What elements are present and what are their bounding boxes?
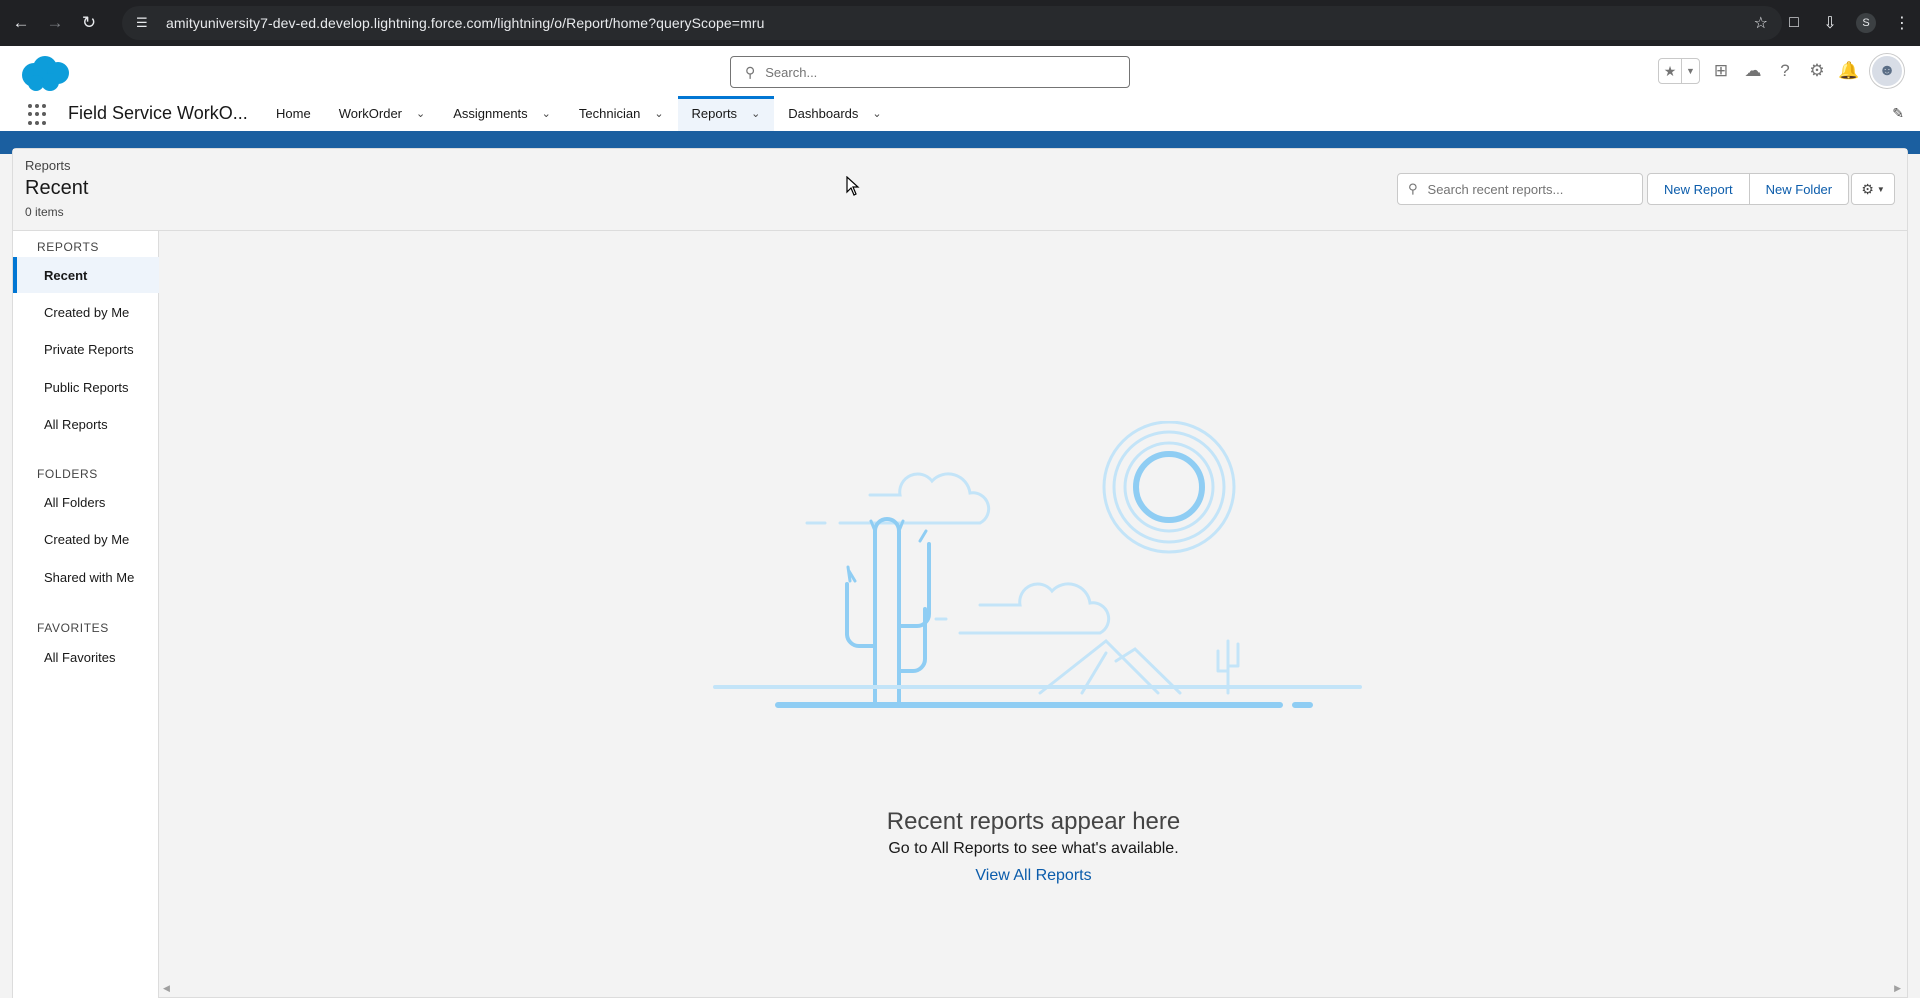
nav-tab-workorder[interactable]: WorkOrder ⌄ [325, 96, 440, 131]
site-info-icon[interactable]: ☰ [136, 15, 156, 31]
sidebar-item-recent[interactable]: Recent [13, 257, 159, 293]
page-title: Recent [25, 177, 89, 199]
sidebar-item-private-reports[interactable]: Private Reports [13, 331, 159, 367]
sidebar-item-created-by-me[interactable]: Created by Me [13, 294, 159, 330]
nav-tab-label: Reports [691, 106, 738, 121]
forward-icon[interactable]: → [38, 6, 72, 40]
favorites-dropdown-icon[interactable]: ▼ [1681, 59, 1699, 83]
mouse-cursor-icon [846, 176, 860, 196]
nav-tab-home[interactable]: Home [262, 96, 325, 131]
scroll-right-icon[interactable]: ▶ [1894, 983, 1901, 994]
action-button-group: New Report New Folder [1647, 173, 1850, 205]
salesforce-cloud-logo[interactable] [14, 53, 74, 93]
empty-state-area: Recent reports appear here Go to All Rep… [160, 231, 1907, 997]
empty-state-title: Recent reports appear here [886, 808, 1181, 835]
nav-tab-label: Dashboards [788, 106, 859, 121]
chevron-down-icon[interactable]: ⌄ [872, 107, 881, 120]
search-recent-reports-input[interactable]: ⚲ Search recent reports... [1397, 173, 1643, 205]
favorites-group: ★ ▼ [1658, 58, 1700, 84]
view-all-reports-link[interactable]: View All Reports [160, 867, 1907, 885]
app-name: Field Service WorkO... [68, 103, 248, 123]
global-search-placeholder: Search... [765, 64, 818, 80]
search-icon: ⚲ [745, 63, 756, 80]
new-report-button[interactable]: New Report [1647, 173, 1750, 205]
bookmark-star-icon[interactable]: ☆ [1754, 13, 1768, 33]
sidebar-section-reports: REPORTS [37, 240, 99, 254]
search-recent-reports-placeholder: Search recent reports... [1427, 181, 1564, 197]
caret-down-icon: ▼ [1876, 184, 1885, 194]
chevron-down-icon[interactable]: ⌄ [751, 107, 760, 120]
back-icon[interactable]: ← [4, 6, 38, 40]
address-bar[interactable]: ☰ amityuniversity7-dev-ed.develop.lightn… [122, 6, 1782, 40]
trailhead-icon[interactable]: ☁ [1742, 58, 1764, 84]
gear-icon: ⚙ [1861, 180, 1874, 197]
global-search-input[interactable]: ⚲ Search... [730, 56, 1130, 88]
notifications-bell-icon[interactable]: 🔔 [1838, 58, 1860, 84]
global-actions-icon[interactable]: ⊞ [1710, 58, 1732, 84]
url-text[interactable]: amityuniversity7-dev-ed.develop.lightnin… [166, 15, 764, 31]
extensions-icon[interactable]: □ [1776, 6, 1812, 40]
edit-nav-pencil-icon[interactable]: ✎ [1892, 105, 1904, 122]
sidebar-item-shared-with-me[interactable]: Shared with Me [13, 559, 159, 595]
reports-home-card: Reports Recent 0 items ⚲ Search recent r… [12, 148, 1908, 998]
profile-button[interactable]: S [1848, 6, 1884, 40]
user-avatar[interactable]: ☻ [1870, 54, 1904, 88]
global-header: ⚲ Search... ★ ▼ ⊞ ☁ ? ⚙ 🔔 ☻ [0, 46, 1920, 96]
nav-tab-assignments[interactable]: Assignments ⌄ [439, 96, 565, 131]
search-icon: ⚲ [1408, 181, 1418, 196]
sidebar-item-public-reports[interactable]: Public Reports [13, 369, 159, 405]
help-icon[interactable]: ? [1774, 58, 1796, 84]
settings-menu-button[interactable]: ⚙ ▼ [1851, 173, 1895, 205]
download-icon[interactable]: ⇩ [1812, 6, 1848, 40]
browser-menu-icon[interactable]: ⋮ [1884, 6, 1920, 40]
breadcrumb: Reports [25, 158, 71, 173]
favorite-star-icon[interactable]: ★ [1659, 59, 1681, 83]
chevron-down-icon[interactable]: ⌄ [654, 107, 663, 120]
app-navigation-bar: Field Service WorkO... Home WorkOrder ⌄ A… [0, 96, 1920, 134]
reload-icon[interactable]: ↻ [72, 6, 106, 40]
item-count: 0 items [25, 205, 64, 219]
page-header: Reports Recent 0 items ⚲ Search recent r… [13, 149, 1907, 231]
nav-tab-label: Home [276, 106, 311, 121]
profile-initial: S [1856, 13, 1876, 33]
chevron-down-icon[interactable]: ⌄ [416, 107, 425, 120]
sidebar-section-folders: FOLDERS [37, 467, 98, 481]
nav-tab-technician[interactable]: Technician ⌄ [565, 96, 678, 131]
browser-toolbar: ← → ↻ ☰ amityuniversity7-dev-ed.develop.… [0, 0, 1920, 46]
empty-state-subtitle: Go to All Reports to see what's availabl… [888, 840, 1179, 857]
reports-sidebar: REPORTS Recent Created by Me Private Rep… [13, 231, 159, 998]
sidebar-item-folders-created-by-me[interactable]: Created by Me [13, 521, 159, 557]
nav-tab-label: Technician [578, 106, 641, 121]
nav-tab-reports[interactable]: Reports ⌄ [677, 96, 775, 131]
scroll-left-icon[interactable]: ◀ [163, 983, 170, 994]
chevron-down-icon[interactable]: ⌄ [542, 107, 551, 120]
view-all-reports-label[interactable]: View All Reports [975, 867, 1091, 884]
sidebar-section-favorites: FAVORITES [37, 621, 109, 635]
sidebar-item-all-folders[interactable]: All Folders [13, 484, 159, 520]
sidebar-item-all-favorites[interactable]: All Favorites [13, 639, 159, 675]
app-launcher-icon[interactable] [28, 104, 50, 126]
setup-gear-icon[interactable]: ⚙ [1806, 58, 1828, 84]
sidebar-item-all-reports[interactable]: All Reports [13, 406, 159, 442]
nav-tab-label: WorkOrder [338, 106, 403, 121]
desert-empty-state-illustration [713, 421, 1362, 708]
nav-tab-dashboards[interactable]: Dashboards ⌄ [774, 96, 895, 131]
nav-tab-label: Assignments [453, 106, 528, 121]
new-folder-button[interactable]: New Folder [1749, 173, 1850, 205]
